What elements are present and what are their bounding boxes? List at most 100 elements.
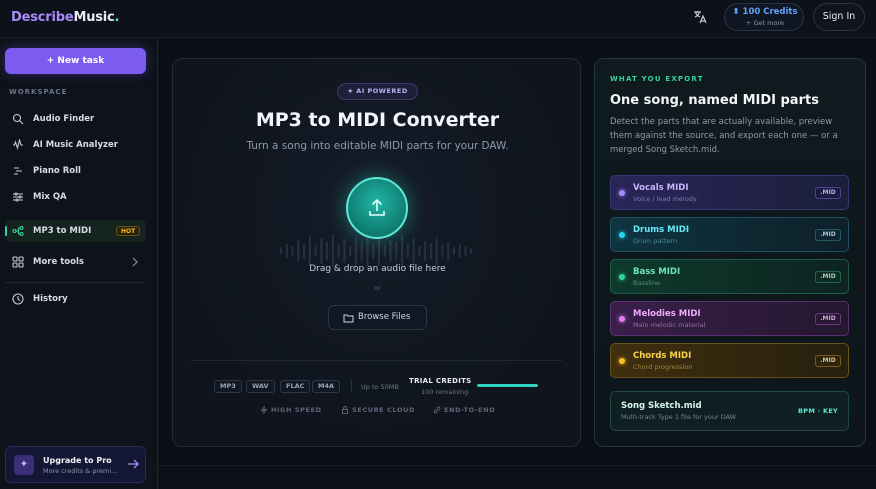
bottom-strip [158, 465, 876, 489]
sidebar-item-label: History [33, 294, 68, 304]
part-desc: Main melodic material [633, 321, 706, 329]
sidebar-item-label: Mix QA [33, 192, 67, 202]
sidebar-divider [5, 282, 146, 283]
sidebar-item-audio-finder[interactable]: Audio Finder [5, 108, 146, 130]
logo-dot: . [114, 10, 120, 25]
waveform-bar [285, 244, 288, 258]
part-dot [619, 358, 625, 364]
sidebar-item-mix-qa[interactable]: Mix QA [5, 186, 146, 208]
browse-files-button[interactable]: Browse Files [328, 305, 427, 330]
sidebar-item-history[interactable]: History [5, 288, 146, 310]
part-dot [619, 316, 625, 322]
waveform-bar [291, 246, 294, 256]
footer-separator [351, 380, 352, 393]
sidebar-item-piano-roll[interactable]: Piano Roll [5, 160, 146, 182]
part-desc: Chord progression [633, 363, 693, 371]
part-desc: Bassline [633, 279, 660, 287]
feature-high-speed: HIGH SPEED [260, 406, 322, 414]
part-ext-badge: .MID [815, 229, 841, 241]
arrow-right-icon [128, 459, 139, 469]
sidebar-item-label: Piano Roll [33, 166, 81, 176]
part-name: Chords MIDI [633, 351, 692, 361]
waveform-bar [435, 237, 438, 265]
page-subtitle: Turn a song into editable MIDI parts for… [246, 140, 509, 152]
waveform-bar [406, 244, 409, 258]
export-description: Detect the parts that are actually avail… [610, 117, 838, 155]
sidebar-item-ai-music-analyzer[interactable]: AI Music Analyzer [5, 134, 146, 156]
waveform-bar [337, 244, 340, 258]
sidebar-item-mp3-to-midi[interactable]: MP3 to MIDI HOT [5, 220, 146, 242]
trial-credits-label: TRIAL CREDITS [409, 377, 472, 385]
waveform-bar [395, 242, 398, 260]
upgrade-to-pro-button[interactable]: ✦ Upgrade to Pro More credits & premi... [5, 446, 146, 483]
upgrade-sub: More credits & premi... [43, 467, 118, 475]
bolt-icon [260, 406, 268, 414]
export-part-melodies[interactable]: Melodies MIDI Main melodic material .MID [610, 301, 849, 336]
waveform-bar [458, 244, 461, 258]
upgrade-title: Upgrade to Pro [43, 456, 112, 465]
chevron-right-icon [132, 257, 138, 267]
export-part-chords[interactable]: Chords MIDI Chord progression .MID [610, 343, 849, 378]
translate-icon[interactable] [692, 9, 708, 25]
waveform-bar [470, 248, 473, 254]
card-divider [191, 360, 562, 361]
waveform-bar [401, 234, 404, 268]
part-ext-badge: .MID [815, 271, 841, 283]
waveform-bar [424, 241, 427, 261]
upload-button[interactable] [346, 177, 408, 239]
waveform-bar [418, 246, 421, 256]
credits-button[interactable]: ⬍ 100 Credits + Get more [724, 3, 804, 31]
waveform-bar [378, 236, 380, 266]
part-name: Vocals MIDI [633, 183, 689, 193]
waveform-bar [429, 243, 432, 259]
top-header: DescribeMusic. ⬍ 100 Credits + Get more … [0, 0, 876, 38]
waveform-bar [280, 247, 282, 255]
clock-icon [12, 293, 24, 305]
logo-text-music: Music [73, 10, 115, 25]
drag-drop-text: Drag & drop an audio file here [309, 264, 446, 274]
waveform-bar [372, 243, 375, 259]
export-title: One song, named MIDI parts [610, 93, 819, 108]
trial-credits-bar [477, 384, 538, 387]
part-desc: Drum pattern [633, 237, 678, 245]
piano-roll-icon [14, 167, 22, 175]
format-badge: WAV [246, 380, 275, 393]
waveform-bar [464, 246, 467, 256]
export-panel: WHAT YOU EXPORT One song, named MIDI par… [594, 58, 866, 447]
waveform-bar [441, 245, 444, 257]
waveform-bar [343, 239, 346, 263]
new-task-button[interactable]: + New task [5, 48, 146, 74]
part-dot [619, 190, 625, 196]
export-kicker: WHAT YOU EXPORT [610, 75, 704, 83]
export-part-drums[interactable]: Drums MIDI Drum pattern .MID [610, 217, 849, 252]
sidebar-item-more-tools[interactable]: More tools [5, 251, 146, 273]
waveform-bar [349, 246, 352, 256]
link-icon [433, 406, 441, 414]
logo[interactable]: DescribeMusic. [11, 10, 119, 25]
nodes-icon [12, 225, 24, 237]
ai-powered-badge: ★ AI POWERED [337, 83, 418, 100]
song-sketch-item[interactable]: Song Sketch.mid Multi-track Type 1 file … [610, 391, 849, 431]
part-name: Bass MIDI [633, 267, 681, 277]
credits-sub: + Get more [745, 19, 784, 27]
waveform-bar [360, 241, 363, 261]
waveform-bar [303, 243, 306, 259]
sketch-name: Song Sketch.mid [621, 401, 702, 411]
waveform-bar [389, 240, 392, 262]
folder-icon [343, 314, 354, 323]
waveform-bar [326, 242, 329, 260]
export-part-bass[interactable]: Bass MIDI Bassline .MID [610, 259, 849, 294]
credits-amount: ⬍ 100 Credits [732, 7, 798, 17]
sign-in-button[interactable]: Sign In [813, 3, 865, 31]
waveform-icon [13, 139, 23, 150]
waveform-bar [447, 242, 450, 260]
format-badge: M4A [312, 380, 341, 393]
waveform-bar [308, 236, 311, 266]
sidebar-item-label: MP3 to MIDI [33, 226, 92, 236]
bpm-key-tag: BPM · KEY [798, 407, 839, 415]
export-part-vocals[interactable]: Vocals MIDI Voice / lead melody .MID [610, 175, 849, 210]
format-badge: FLAC [280, 380, 311, 393]
coin-icon: ⬍ [732, 7, 743, 17]
sidebar-item-label: More tools [33, 257, 84, 267]
sparkle-icon: ✦ [14, 455, 34, 475]
